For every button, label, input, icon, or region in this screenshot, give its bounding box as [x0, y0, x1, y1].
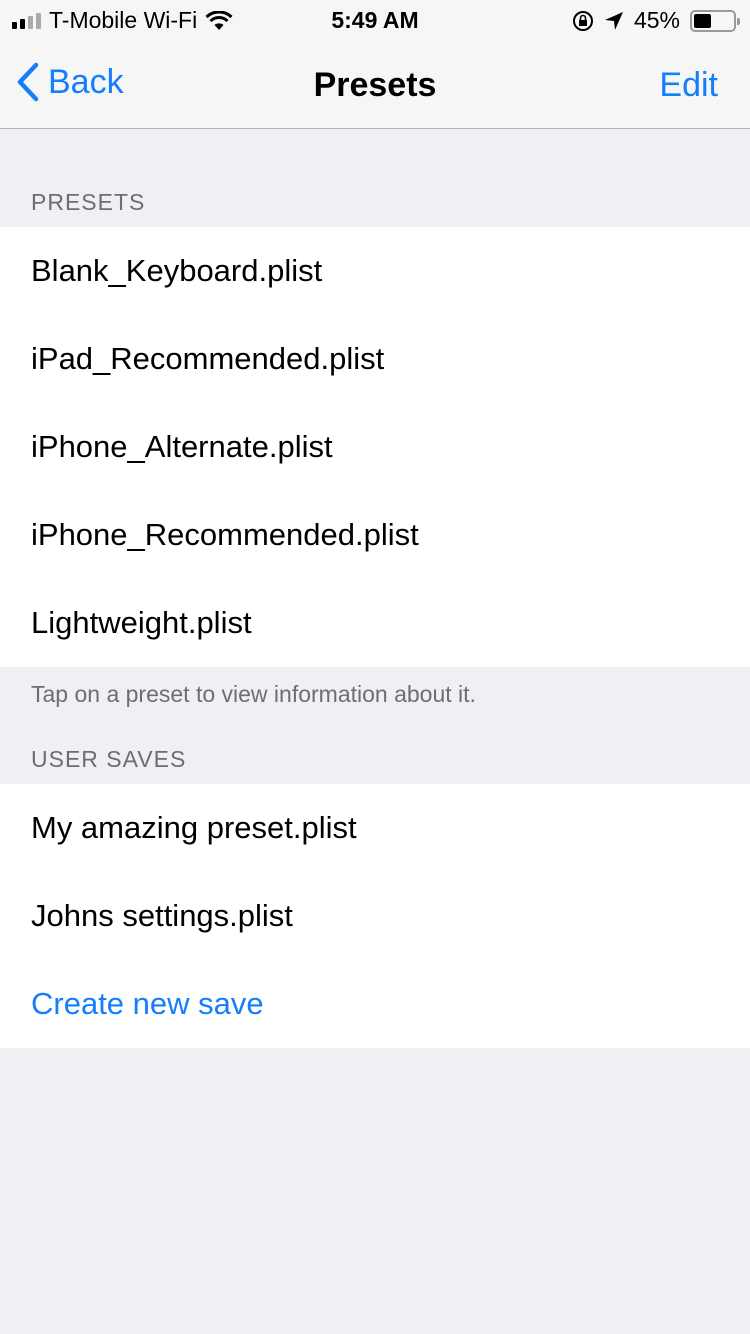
page-title: Presets: [313, 66, 437, 104]
preset-item[interactable]: Blank_Keyboard.plist: [0, 227, 750, 315]
orientation-lock-icon: [572, 10, 593, 31]
status-bar: T-Mobile Wi-Fi 5:49 AM 45%: [0, 0, 750, 40]
preset-item[interactable]: Lightweight.plist: [0, 579, 750, 667]
presets-footer: Tap on a preset to view information abou…: [31, 681, 476, 707]
battery-icon: [690, 9, 740, 32]
user-saves-list: My amazing preset.plist Johns settings.p…: [0, 784, 750, 1048]
location-icon: [604, 11, 623, 30]
presets-list: Blank_Keyboard.plist iPad_Recommended.pl…: [0, 227, 750, 667]
create-new-save-button[interactable]: Create new save: [0, 960, 750, 1048]
user-saves-section-header: USER SAVES: [31, 746, 187, 772]
navigation-bar: Back Presets Edit: [0, 40, 750, 129]
preset-item[interactable]: iPhone_Alternate.plist: [0, 403, 750, 491]
user-save-item[interactable]: My amazing preset.plist: [0, 784, 750, 872]
preset-item[interactable]: iPad_Recommended.plist: [0, 315, 750, 403]
battery-percent: 45%: [633, 7, 680, 33]
edit-button[interactable]: Edit: [659, 66, 718, 105]
presets-section-header: PRESETS: [31, 189, 146, 215]
preset-item[interactable]: iPhone_Recommended.plist: [0, 491, 750, 579]
user-save-item[interactable]: Johns settings.plist: [0, 872, 750, 960]
